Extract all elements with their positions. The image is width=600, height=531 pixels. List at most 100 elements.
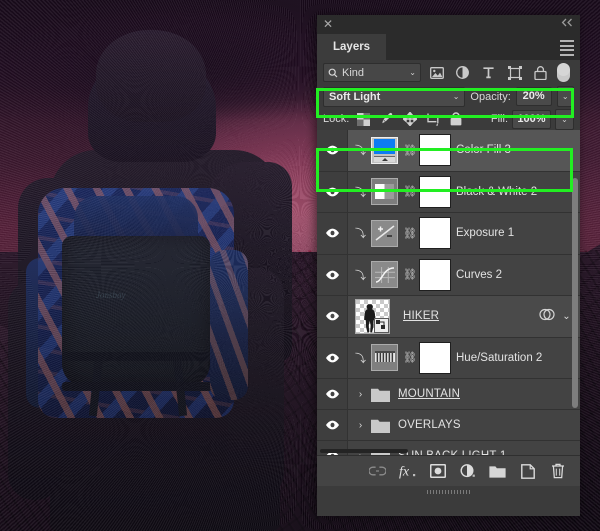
filter-enable-toggle[interactable] xyxy=(557,63,570,82)
layer-row-exposure-1[interactable]: ⤵ ⛓ Exposure 1 xyxy=(317,213,580,255)
close-icon[interactable]: ✕ xyxy=(321,17,335,31)
fill-input[interactable]: 100% xyxy=(512,109,551,129)
layer-content[interactable]: HIKER ⌄ xyxy=(348,296,580,337)
layer-visibility-toggle[interactable] xyxy=(317,213,348,254)
clipping-mask-icon: ⤵ xyxy=(355,186,366,199)
layer-row-black-and-white-2[interactable]: ⤵ ⛓ Black & White 2 xyxy=(317,171,580,213)
layer-list[interactable]: ⤵ ⛓ Color Fill 3 ⤵ ⛓ Black & White 2 ⤵ ⛓… xyxy=(317,130,580,455)
layer-mask-thumbnail[interactable] xyxy=(419,134,451,167)
blend-opacity-row: Soft Light ⌄ Opacity: 20% ⌄ xyxy=(317,85,580,108)
eye-icon xyxy=(325,187,339,197)
clipping-mask-icon: ⤵ xyxy=(355,352,366,365)
layer-content[interactable]: › OVERLAYS xyxy=(348,410,580,440)
layer-thumbnail-hiker[interactable] xyxy=(355,298,390,334)
layer-thumbnail-black-white[interactable] xyxy=(371,178,398,206)
layer-name[interactable]: Curves 2 xyxy=(456,269,502,281)
lock-transparent-pixels-icon[interactable] xyxy=(354,110,373,128)
add-layer-mask-icon[interactable] xyxy=(429,462,446,480)
panel-header: ✕ xyxy=(317,15,580,34)
layer-mask-thumbnail[interactable] xyxy=(419,258,451,291)
expand-group-chevron-icon[interactable]: › xyxy=(355,420,366,431)
layer-content[interactable]: ⤵ ⛓ Hue/Saturation 2 xyxy=(348,338,580,379)
panel-menu-icon[interactable] xyxy=(560,40,574,56)
smart-object-filter-icon[interactable] xyxy=(530,63,551,82)
layer-visibility-toggle[interactable] xyxy=(317,379,348,409)
layer-list-horizontal-scrollbar[interactable] xyxy=(320,449,408,453)
layer-thumbnail-curves[interactable] xyxy=(371,261,398,289)
layer-row-hiker[interactable]: HIKER ⌄ xyxy=(317,296,580,338)
new-layer-icon[interactable] xyxy=(519,462,536,480)
layer-thumbnail-hue-saturation[interactable] xyxy=(371,344,398,372)
link-mask-icon[interactable]: ⛓ xyxy=(403,185,417,198)
layer-name[interactable]: MOUNTAIN xyxy=(398,388,460,400)
layer-row-mountain-group[interactable]: › MOUNTAIN xyxy=(317,379,580,410)
layer-content[interactable]: ⤵ ⛓ Black & White 2 xyxy=(348,172,580,213)
link-layers-icon[interactable] xyxy=(369,462,386,480)
layer-row-curves-2[interactable]: ⤵ ⛓ Curves 2 xyxy=(317,254,580,296)
layer-name[interactable]: Black & White 2 xyxy=(456,186,537,198)
new-adjustment-layer-icon[interactable] xyxy=(459,462,476,480)
lock-all-icon[interactable] xyxy=(446,110,465,128)
layer-name[interactable]: Exposure 1 xyxy=(456,227,514,239)
layer-list-vertical-scrollbar[interactable] xyxy=(572,178,578,408)
link-mask-icon[interactable]: ⛓ xyxy=(403,144,417,157)
layer-content[interactable]: ⤵ ⛓ Curves 2 xyxy=(348,255,580,296)
lock-position-icon[interactable] xyxy=(400,110,419,128)
layer-row-overlays-group[interactable]: › OVERLAYS xyxy=(317,410,580,441)
layer-thumbnail-exposure[interactable] xyxy=(371,219,398,247)
layer-mask-thumbnail[interactable] xyxy=(419,217,451,250)
layer-row-color-fill-3[interactable]: ⤵ ⛓ Color Fill 3 xyxy=(317,130,580,172)
link-mask-icon[interactable]: ⛓ xyxy=(403,227,417,240)
layer-visibility-toggle[interactable] xyxy=(317,171,348,212)
pixel-layer-filter-icon[interactable] xyxy=(426,63,447,82)
layer-mask-thumbnail[interactable] xyxy=(419,341,451,374)
layer-visibility-toggle[interactable] xyxy=(317,296,348,337)
eye-icon xyxy=(325,311,339,321)
collapse-panel-icon[interactable] xyxy=(559,17,575,31)
opacity-slider-toggle[interactable]: ⌄ xyxy=(556,86,574,107)
tab-layers[interactable]: Layers xyxy=(317,34,387,60)
layer-visibility-toggle[interactable] xyxy=(317,337,348,378)
layer-row-hue-saturation-2[interactable]: ⤵ ⛓ Hue/Saturation 2 xyxy=(317,337,580,379)
fill-slider-toggle[interactable]: ⌄ xyxy=(555,108,574,130)
layer-thumbnail-color-fill[interactable] xyxy=(371,136,398,164)
layer-effects-icon[interactable] xyxy=(539,308,555,324)
grip-dots-icon xyxy=(426,490,471,494)
fill-label: Fill: xyxy=(490,113,508,125)
chevron-down-icon: ⌄ xyxy=(561,92,569,101)
filter-kind-label: Kind xyxy=(342,66,365,79)
layer-mask-thumbnail[interactable] xyxy=(419,175,451,208)
chevron-down-icon: ⌄ xyxy=(452,92,460,101)
layer-name[interactable]: SUN BACK LIGHT 1 xyxy=(398,450,506,455)
layer-content[interactable]: ⤵ ⛓ Color Fill 3 xyxy=(348,130,580,171)
clipping-mask-icon: ⤵ xyxy=(355,145,366,158)
opacity-input[interactable]: 20% xyxy=(515,87,552,106)
layer-content[interactable]: ⤵ ⛓ Exposure 1 xyxy=(348,213,580,254)
lock-label: Lock: xyxy=(323,113,350,125)
lock-image-pixels-icon[interactable] xyxy=(377,110,396,128)
panel-resize-grip[interactable] xyxy=(317,486,580,498)
blend-mode-dropdown[interactable]: Soft Light ⌄ xyxy=(323,86,466,107)
new-group-icon[interactable] xyxy=(489,462,506,480)
layer-visibility-toggle[interactable] xyxy=(317,254,348,295)
filter-kind-dropdown[interactable]: Kind ⌄ xyxy=(323,63,421,82)
layer-name[interactable]: HIKER xyxy=(403,310,439,322)
opacity-label: Opacity: xyxy=(470,90,511,103)
layer-visibility-toggle[interactable] xyxy=(317,410,348,440)
svg-text:fx: fx xyxy=(399,465,410,480)
adjustment-layer-filter-icon[interactable] xyxy=(452,63,473,82)
layer-content[interactable]: › MOUNTAIN xyxy=(348,379,580,409)
expand-group-chevron-icon[interactable]: › xyxy=(355,389,366,400)
layer-style-fx-icon[interactable]: fx xyxy=(399,462,416,480)
layer-name[interactable]: Color Fill 3 xyxy=(456,144,511,156)
link-mask-icon[interactable]: ⛓ xyxy=(403,351,417,364)
shape-layer-filter-icon[interactable] xyxy=(504,63,525,82)
layer-name[interactable]: Hue/Saturation 2 xyxy=(456,352,542,364)
type-layer-filter-icon[interactable] xyxy=(478,63,499,82)
delete-layer-icon[interactable] xyxy=(549,462,566,480)
layer-visibility-toggle[interactable] xyxy=(317,130,348,171)
link-mask-icon[interactable]: ⛓ xyxy=(403,268,417,281)
lock-artboard-nesting-icon[interactable] xyxy=(423,110,442,128)
layer-name[interactable]: OVERLAYS xyxy=(398,419,461,431)
expand-effects-chevron-icon[interactable]: ⌄ xyxy=(561,311,572,322)
